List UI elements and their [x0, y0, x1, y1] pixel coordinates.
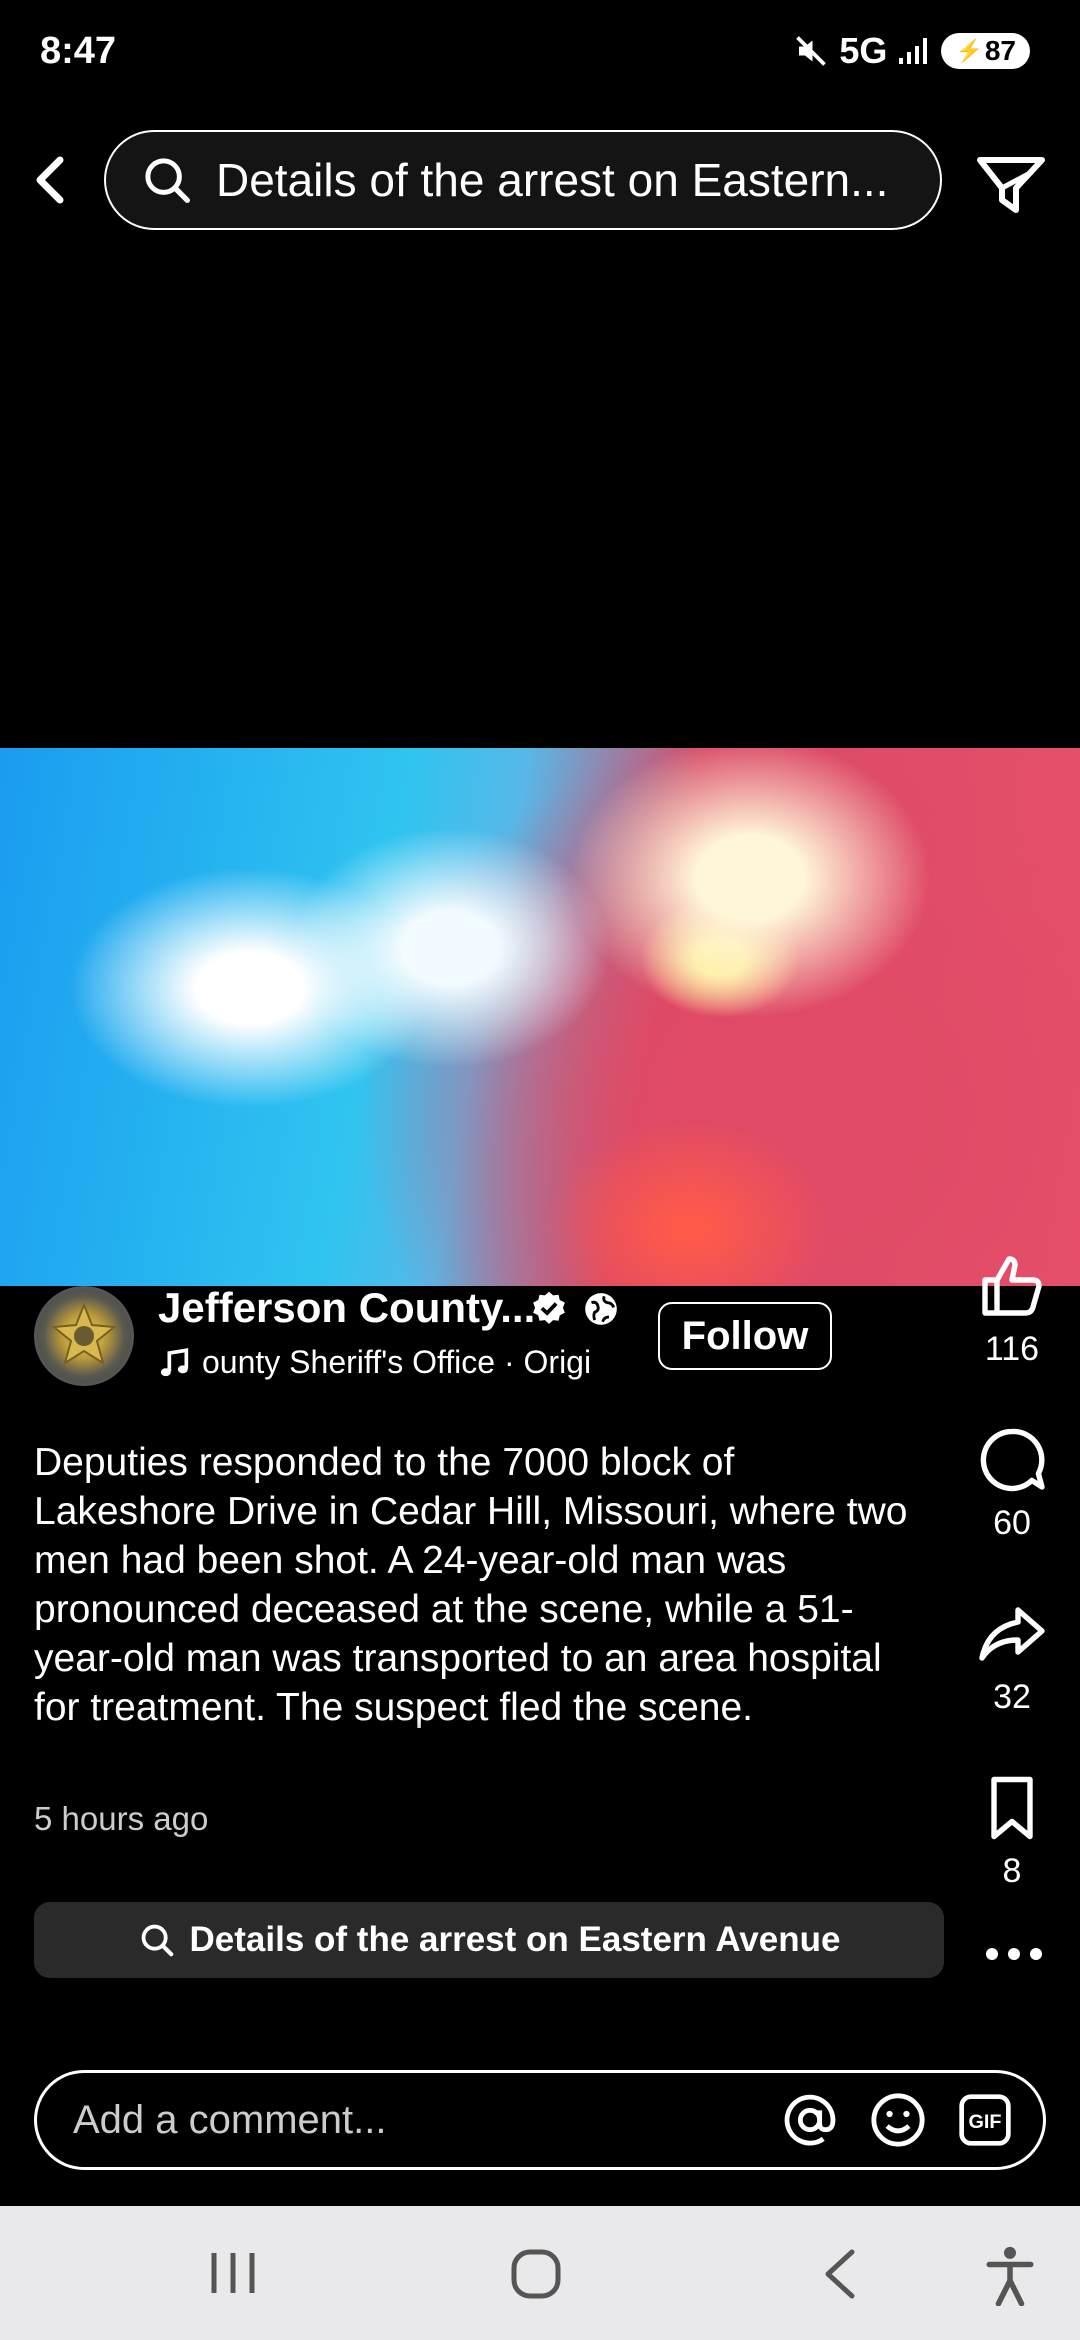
sheriff-star-logo	[51, 1302, 117, 1366]
battery-badge: ⚡ 87	[941, 33, 1030, 69]
mute-icon	[796, 36, 827, 66]
network-label: 5G	[839, 30, 888, 71]
filter-button[interactable]	[972, 148, 1050, 220]
audio-label[interactable]: ounty Sheriff's Office · Origi	[202, 1344, 602, 1381]
share-count: 32	[993, 1678, 1031, 1716]
emoji-icon[interactable]	[869, 2091, 927, 2149]
video-player[interactable]	[0, 748, 1080, 1286]
comment-placeholder: Add a comment...	[73, 2097, 387, 2142]
home-icon[interactable]	[508, 2246, 564, 2302]
search-query: Details of the arrest on Eastern...	[216, 154, 889, 206]
accessibility-icon[interactable]	[982, 2246, 1038, 2306]
follow-button[interactable]: Follow	[658, 1302, 832, 1370]
post-timestamp: 5 hours ago	[34, 1800, 209, 1837]
back-button[interactable]	[26, 140, 76, 220]
save-button[interactable]: 8	[960, 1772, 1064, 1891]
search-icon	[145, 158, 190, 203]
comment-count: 60	[993, 1504, 1031, 1542]
back-arrow-icon	[36, 156, 64, 204]
save-count: 8	[1002, 1852, 1022, 1890]
filter-icon	[977, 157, 1045, 213]
status-time: 8:47	[40, 30, 117, 72]
post-caption[interactable]: Deputies responded to the 7000 block of …	[34, 1438, 914, 1768]
like-count: 116	[984, 1330, 1040, 1368]
bookmark-icon	[991, 1776, 1033, 1840]
signal-icon	[899, 38, 928, 64]
music-note-icon	[160, 1348, 189, 1377]
nav-back-icon[interactable]	[818, 2246, 862, 2302]
share-arrow-icon	[979, 1607, 1045, 1661]
status-icons: 5G ⚡ 87	[793, 30, 1030, 72]
gif-icon[interactable]: GIF	[957, 2092, 1013, 2148]
like-button[interactable]: 116	[960, 1250, 1064, 1369]
related-search-label: Details of the arrest on Eastern Avenue	[189, 1920, 841, 1959]
avatar[interactable]	[34, 1286, 134, 1386]
search-bar[interactable]: Details of the arrest on Eastern...	[104, 130, 942, 230]
at-sign-icon[interactable]	[781, 2091, 839, 2149]
battery-level: 87	[984, 35, 1016, 66]
search-icon	[141, 1924, 173, 1957]
globe-icon	[585, 1293, 617, 1325]
system-nav-bar	[0, 2206, 1080, 2340]
comment-input[interactable]: Add a comment... GIF	[34, 2070, 1046, 2170]
thumbs-up-icon	[982, 1256, 1042, 1316]
share-button[interactable]: 32	[960, 1598, 1064, 1717]
verified-badge-icon	[533, 1291, 565, 1324]
more-button[interactable]	[984, 1944, 1044, 1964]
comment-bubble-icon	[980, 1428, 1045, 1492]
comment-button[interactable]: 60	[960, 1424, 1064, 1543]
more-dots-icon	[986, 1948, 1042, 1960]
svg-text:GIF: GIF	[968, 2111, 1001, 2133]
recent-apps-icon[interactable]	[206, 2248, 260, 2298]
author-name[interactable]: Jefferson County...	[158, 1284, 535, 1332]
related-search-button[interactable]: Details of the arrest on Eastern Avenue	[34, 1902, 944, 1978]
